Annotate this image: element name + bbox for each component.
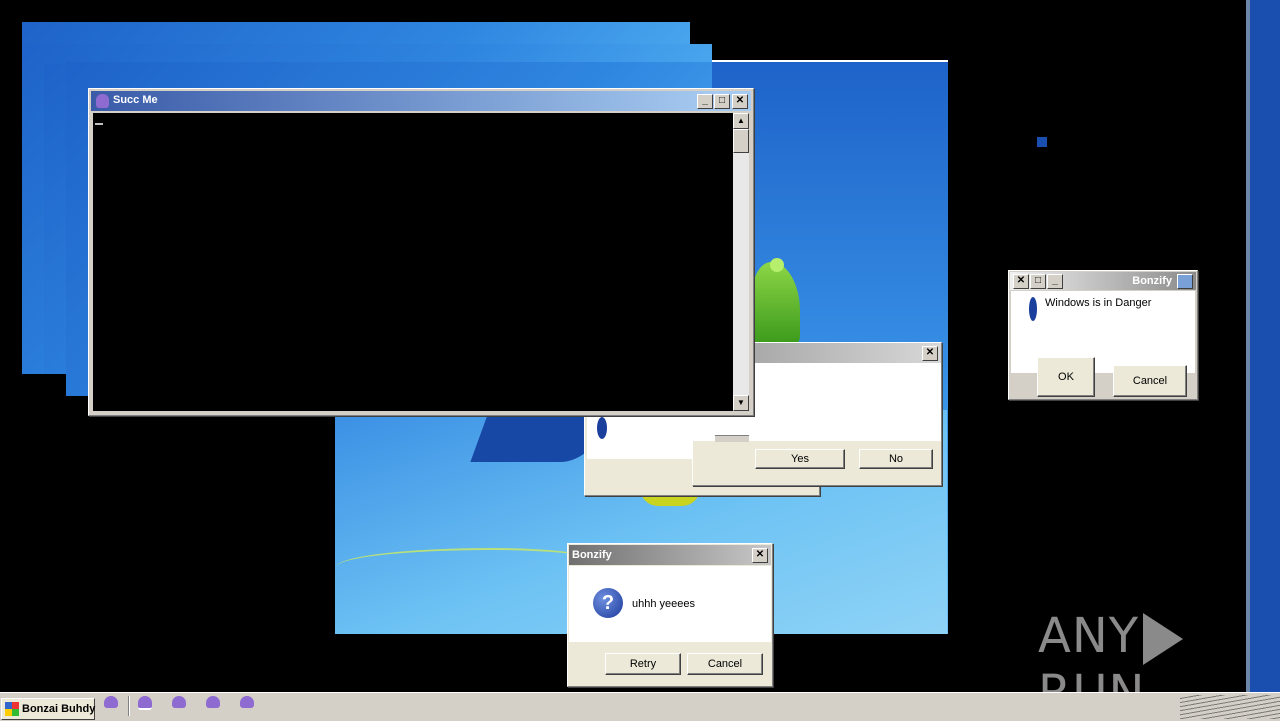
dialog-message: Windows is in Danger xyxy=(1045,297,1152,309)
maximize-icon[interactable]: □ xyxy=(1030,274,1046,289)
dialog-titlebar[interactable]: Bonzify ✕ xyxy=(569,545,771,565)
dialog-title: Bonzify xyxy=(1132,275,1172,287)
window-title: Succ Me xyxy=(113,94,158,106)
dialog-decor xyxy=(715,435,749,442)
windows-logo-icon xyxy=(5,702,19,716)
dialog-titlebar[interactable]: ✕ □ _ Bonzify xyxy=(1010,272,1196,290)
close-icon[interactable]: ✕ xyxy=(732,94,748,109)
close-icon[interactable]: ✕ xyxy=(922,346,938,361)
watermark-left: ANY xyxy=(1038,608,1140,664)
retry-button[interactable]: Retry xyxy=(605,653,681,675)
play-icon xyxy=(1143,613,1184,665)
taskbar-button-bonzai[interactable]: Bonzai Buhdy xyxy=(1,698,95,720)
bonzi-icon[interactable] xyxy=(240,696,254,708)
dialog-body: ? uhhh yeeees xyxy=(569,566,771,642)
cancel-button[interactable]: Cancel xyxy=(687,653,763,675)
dialog-message: uhhh yeeees xyxy=(632,598,695,610)
question-icon: ? xyxy=(593,588,623,618)
taskbar: Bonzai Buhdy xyxy=(0,692,1280,721)
bonzi-icon[interactable] xyxy=(206,696,220,708)
question-dialog: Bonzify ✕ ? uhhh yeeees Retry Cancel xyxy=(567,543,773,687)
dialog-title: Bonzify xyxy=(572,549,612,561)
close-icon[interactable]: ✕ xyxy=(752,548,768,563)
bonzi-icon xyxy=(1029,297,1037,321)
console-output[interactable] xyxy=(93,113,733,411)
minimize-icon[interactable]: _ xyxy=(697,94,713,109)
danger-dialog: ✕ □ _ Bonzify Windows is in Danger OK Ca… xyxy=(1008,270,1198,400)
app-icon xyxy=(1177,274,1193,289)
bonzi-icon[interactable] xyxy=(104,696,118,708)
bonzi-icon[interactable] xyxy=(172,696,186,708)
ok-button[interactable]: OK xyxy=(1037,357,1095,397)
vertical-scrollbar[interactable]: ▲ ▼ xyxy=(733,113,749,411)
bonzi-icon[interactable] xyxy=(138,696,152,710)
taskbar-button-label: Bonzai Buhdy xyxy=(22,703,96,715)
text-cursor xyxy=(95,123,103,125)
yes-button[interactable]: Yes xyxy=(755,449,845,469)
no-button[interactable]: No xyxy=(859,449,933,469)
wallpaper-dot xyxy=(770,258,784,272)
screen-edge-strip xyxy=(1246,0,1280,692)
cancel-button[interactable]: Cancel xyxy=(1113,365,1187,397)
console-window: Succ Me _ □ ✕ ▲ ▼ xyxy=(88,88,754,416)
scroll-up-icon[interactable]: ▲ xyxy=(733,113,749,129)
window-titlebar[interactable]: Succ Me _ □ ✕ xyxy=(91,91,751,111)
bonzi-icon xyxy=(96,94,109,108)
close-icon[interactable]: ✕ xyxy=(1013,274,1029,289)
scroll-down-icon[interactable]: ▼ xyxy=(733,395,749,411)
maximize-icon[interactable]: □ xyxy=(714,94,730,109)
taskbar-separator xyxy=(128,696,130,716)
minimize-icon[interactable]: _ xyxy=(1047,274,1063,289)
taskbar-glitch-lines xyxy=(1180,695,1280,719)
bonzi-icon xyxy=(597,417,607,439)
glitch-square xyxy=(1037,137,1047,147)
scroll-thumb[interactable] xyxy=(733,129,749,153)
